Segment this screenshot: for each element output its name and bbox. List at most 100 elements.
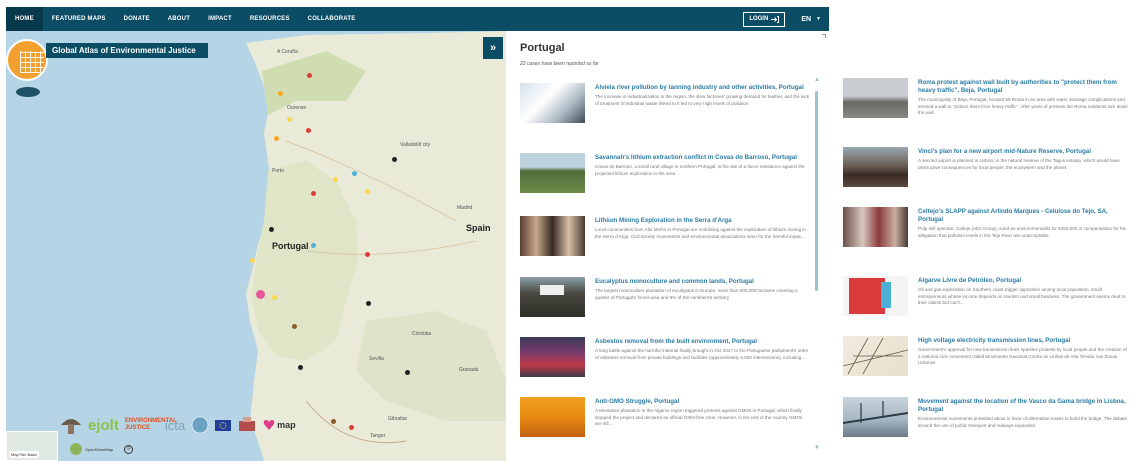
case-item[interactable]: Asbestos removal from the built environm…: [520, 337, 810, 377]
language-selector[interactable]: EN: [801, 16, 811, 23]
case-title[interactable]: Lithium Mining Exploration in the Serra …: [595, 217, 810, 225]
case-thumbnail[interactable]: [520, 216, 585, 256]
case-title[interactable]: Movement against the location of the Vas…: [918, 398, 1129, 414]
case-title[interactable]: Celtejo's SLAPP against Arlindo Marques …: [918, 208, 1129, 224]
page: HOME FEATURED MAPS DONATE ABOUT IMPACT R…: [0, 0, 1133, 461]
copyright-icon[interactable]: ©: [124, 444, 134, 454]
case-marker[interactable]: [365, 189, 370, 194]
case-item[interactable]: Savannah's lithium extraction conflict i…: [520, 153, 810, 193]
case-item[interactable]: Roma protest against wall built by autho…: [843, 78, 1129, 123]
case-thumbnail[interactable]: [843, 78, 908, 118]
case-marker[interactable]: [331, 419, 336, 424]
case-marker[interactable]: [272, 295, 277, 300]
nav-collaborate[interactable]: COLLABORATE: [299, 7, 365, 31]
label-madrid: Madrid: [457, 205, 473, 211]
nav-resources[interactable]: RESOURCES: [241, 7, 299, 31]
label-portugal: Portugal: [272, 241, 309, 251]
case-text: High voltage electricity transmission li…: [918, 336, 1129, 376]
case-text: Asbestos removal from the built environm…: [595, 337, 810, 377]
case-marker[interactable]: [256, 290, 265, 299]
case-marker[interactable]: [287, 117, 292, 122]
case-item[interactable]: Celtejo's SLAPP against Arlindo Marques …: [843, 207, 1129, 252]
case-thumbnail[interactable]: [843, 147, 908, 187]
case-text: Movement against the location of the Vas…: [918, 397, 1129, 442]
case-item[interactable]: Lithium Mining Exploration in the Serra …: [520, 216, 810, 256]
case-marker[interactable]: [298, 365, 303, 370]
case-marker[interactable]: [311, 191, 316, 196]
case-marker[interactable]: [352, 171, 357, 176]
case-item[interactable]: Movement against the location of the Vas…: [843, 397, 1129, 442]
case-text: Eucalyptus monoculture and common lands,…: [595, 277, 810, 317]
nav-home[interactable]: HOME: [6, 7, 43, 31]
atlas-logo[interactable]: [6, 39, 48, 81]
case-title[interactable]: Alviela river pollution by tanning indus…: [595, 84, 810, 92]
partner-map: map: [277, 420, 296, 430]
panel-scrollbar[interactable]: ▲ ▼: [814, 77, 820, 451]
label-spain: Spain: [466, 223, 491, 233]
case-thumbnail[interactable]: [843, 397, 908, 437]
scroll-thumb[interactable]: [815, 91, 818, 291]
case-title[interactable]: Asbestos removal from the built environm…: [595, 338, 810, 346]
case-thumbnail[interactable]: [520, 337, 585, 377]
label-valladolid: Valladolid city: [400, 142, 431, 148]
case-item[interactable]: High voltage electricity transmission li…: [843, 336, 1129, 376]
case-title[interactable]: High voltage electricity transmission li…: [918, 337, 1129, 345]
case-description: Local communities from Alto Minho in Por…: [595, 227, 806, 239]
case-marker[interactable]: [311, 243, 316, 248]
nav-featured-maps[interactable]: FEATURED MAPS: [43, 7, 115, 31]
nav-impact[interactable]: IMPACT: [199, 7, 241, 31]
case-marker[interactable]: [366, 301, 371, 306]
nav-about[interactable]: ABOUT: [159, 7, 199, 31]
case-marker[interactable]: [269, 227, 274, 232]
institution-logo-icon: [239, 417, 256, 431]
map[interactable]: Global Atlas of Environmental Justice » …: [6, 31, 506, 461]
case-title[interactable]: Algarve Livre de Petróleo, Portugal: [918, 277, 1129, 285]
case-text: Roma protest against wall built by autho…: [918, 78, 1129, 123]
scroll-up-icon[interactable]: ▲: [814, 77, 820, 83]
case-thumbnail[interactable]: [843, 276, 908, 316]
login-button[interactable]: LOGIN: [743, 11, 786, 27]
chevron-down-icon[interactable]: ▼: [816, 16, 821, 22]
case-thumbnail[interactable]: [520, 83, 585, 123]
case-marker[interactable]: [278, 91, 283, 96]
case-text: Alviela river pollution by tanning indus…: [595, 83, 810, 123]
collapse-panel-button[interactable]: »: [483, 37, 503, 59]
case-thumbnail[interactable]: [843, 207, 908, 247]
case-thumbnail[interactable]: [843, 336, 908, 376]
case-title[interactable]: Savannah's lithium extraction conflict i…: [595, 154, 810, 162]
globe-grid-icon: [20, 51, 44, 73]
case-thumbnail[interactable]: [520, 153, 585, 193]
case-description: Pulp mill operator, Celtejo (Altri Group…: [918, 226, 1126, 238]
resize-corner-icon[interactable]: [822, 34, 826, 38]
case-item[interactable]: Vinci's plan for a new airport mid-Natur…: [843, 147, 1129, 187]
case-marker[interactable]: [349, 425, 354, 430]
case-title[interactable]: Anti-GMO Struggle, Portugal: [595, 398, 810, 406]
case-item[interactable]: Algarve Livre de Petróleo, Portugal Oil …: [843, 276, 1129, 316]
case-item[interactable]: Anti-GMO Struggle, Portugal A Monsanto p…: [520, 397, 810, 437]
basemap-switcher[interactable]: MapTiler Basic: [6, 431, 58, 461]
panel-subtitle: 22 cases have been reported so far: [520, 61, 599, 67]
scroll-down-icon[interactable]: ▼: [814, 445, 820, 451]
case-thumbnail[interactable]: [520, 277, 585, 317]
case-marker[interactable]: [306, 128, 311, 133]
case-thumbnail[interactable]: [520, 397, 585, 437]
case-marker[interactable]: [307, 73, 312, 78]
nav-donate[interactable]: DONATE: [115, 7, 159, 31]
osm-label: OpenStreetMap: [85, 446, 114, 452]
case-marker[interactable]: [405, 370, 410, 375]
case-marker[interactable]: [292, 324, 297, 329]
case-marker[interactable]: [250, 258, 255, 263]
case-item[interactable]: Eucalyptus monoculture and common lands,…: [520, 277, 810, 317]
case-title[interactable]: Eucalyptus monoculture and common lands,…: [595, 278, 810, 286]
osm-attribution[interactable]: OpenStreetMap ©: [70, 443, 134, 455]
case-title[interactable]: Vinci's plan for a new airport mid-Natur…: [918, 148, 1129, 156]
case-title[interactable]: Roma protest against wall built by autho…: [918, 79, 1129, 95]
case-marker[interactable]: [365, 252, 370, 257]
case-marker[interactable]: [333, 177, 338, 182]
mushroom-logo-icon: [61, 419, 81, 434]
case-marker[interactable]: [274, 136, 279, 141]
case-item[interactable]: Alviela river pollution by tanning indus…: [520, 83, 810, 123]
case-description: The increase in industrialization in the…: [595, 94, 810, 106]
case-marker[interactable]: [392, 157, 397, 162]
case-description: A Monsanto plantation in the Algarve reg…: [595, 408, 803, 426]
